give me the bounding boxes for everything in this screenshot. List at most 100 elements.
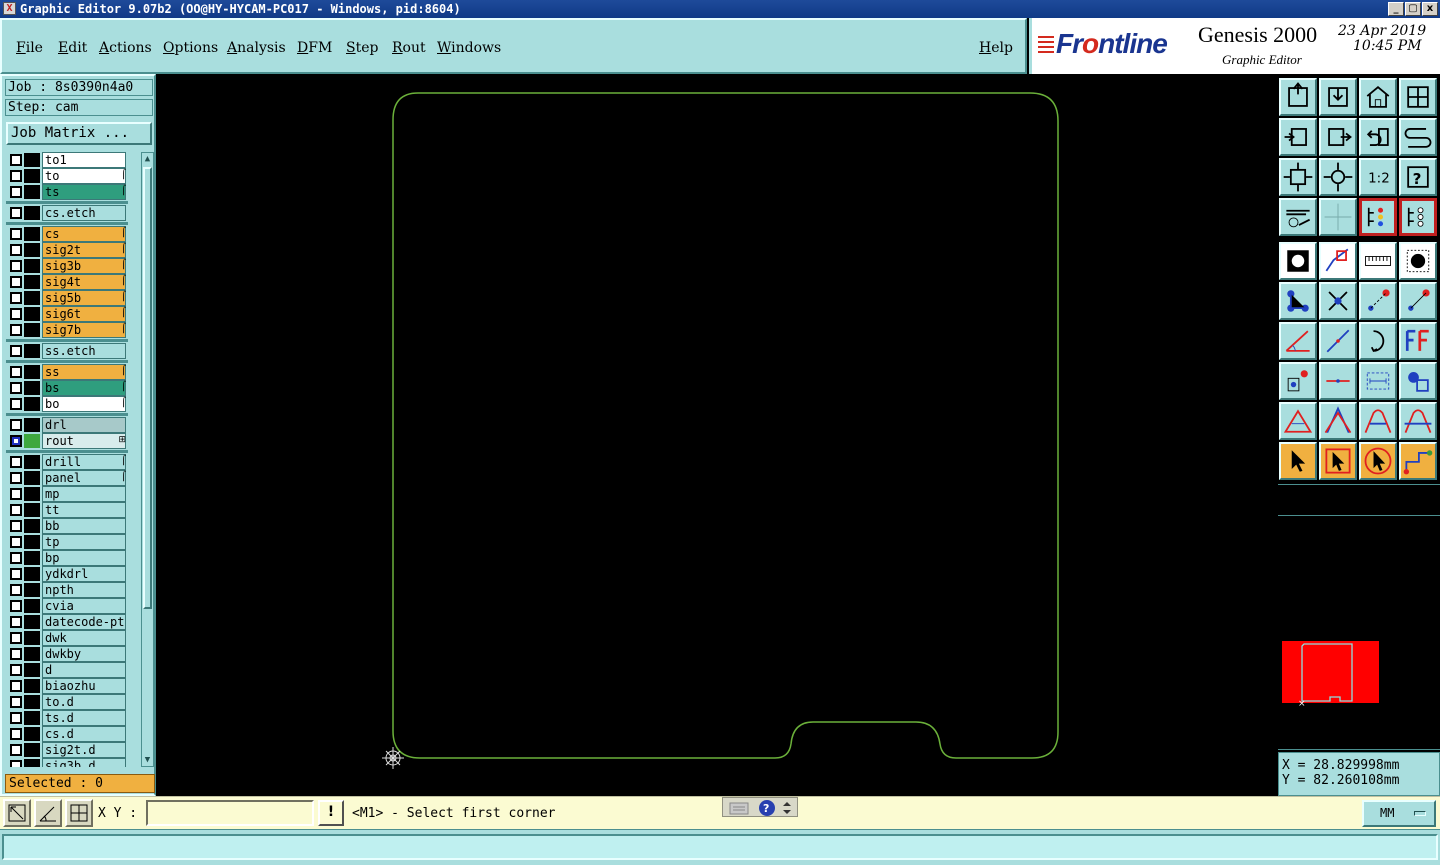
layer-name[interactable]: bo — [42, 396, 126, 412]
layer-row-d[interactable]: d — [6, 662, 128, 678]
layer-checkbox[interactable] — [10, 728, 22, 740]
scroll-down-icon[interactable]: ▼ — [142, 754, 153, 766]
layer-name[interactable]: sig5b — [42, 290, 126, 306]
options-arrows-icon[interactable] — [783, 802, 791, 814]
job-matrix-button[interactable]: Job Matrix ... — [6, 122, 152, 145]
layer-checkbox[interactable] — [10, 276, 22, 288]
pointer-icon[interactable] — [1279, 442, 1317, 480]
layer-name[interactable]: tt — [42, 502, 126, 518]
pointer-frame-icon[interactable] — [1319, 442, 1357, 480]
layer-row-sig3b[interactable]: sig3b ⌠ — [6, 258, 128, 274]
angle-snap-icon[interactable] — [34, 799, 62, 827]
nodes-icon[interactable] — [1279, 282, 1317, 320]
pads-icon[interactable] — [1399, 362, 1437, 400]
layer-checkbox[interactable] — [10, 712, 22, 724]
layer-checkbox[interactable] — [10, 600, 22, 612]
layer-name[interactable]: sig7b — [42, 322, 126, 338]
layer-display-cell[interactable] — [24, 434, 40, 448]
layer-row-bp[interactable]: bp — [6, 550, 128, 566]
layer-checkbox[interactable] — [10, 504, 22, 516]
restore-button[interactable]: ▢ — [1405, 2, 1421, 16]
layer-display-cell[interactable] — [24, 206, 40, 220]
layer-checkbox[interactable] — [10, 324, 22, 336]
layer-display-cell[interactable] — [24, 519, 40, 533]
layer-row-mp[interactable]: mp — [6, 486, 128, 502]
layer-row-bs[interactable]: bs ⌠ — [6, 380, 128, 396]
layer-name[interactable]: panel — [42, 470, 126, 486]
layer-display-cell[interactable] — [24, 615, 40, 629]
layer-display-cell[interactable] — [24, 727, 40, 741]
layer-display-cell[interactable] — [24, 418, 40, 432]
layer-display-cell[interactable] — [24, 153, 40, 167]
triangle-cross-icon[interactable] — [1399, 402, 1437, 440]
layer-name[interactable]: ts.d — [42, 710, 126, 726]
layer-display-cell[interactable] — [24, 663, 40, 677]
tools-palette-icon[interactable] — [1279, 198, 1317, 236]
layer-name[interactable]: to.d — [42, 694, 126, 710]
layer-name[interactable]: ss — [42, 364, 126, 380]
layer-checkbox[interactable] — [10, 664, 22, 676]
layer-name[interactable]: d — [42, 662, 126, 678]
layer-display-cell[interactable] — [24, 243, 40, 257]
snap-mode-icon[interactable] — [3, 799, 31, 827]
save-icon[interactable] — [1319, 78, 1357, 116]
layer-colors-alt-icon[interactable] — [1399, 198, 1437, 236]
layer-name[interactable]: cvia — [42, 598, 126, 614]
open-job-icon[interactable] — [1279, 78, 1317, 116]
layer-name[interactable]: to1 — [42, 152, 126, 168]
layer-display-cell[interactable] — [24, 583, 40, 597]
ruler-icon[interactable] — [1359, 242, 1397, 280]
layer-name[interactable]: cs — [42, 226, 126, 242]
layer-row-ts-d[interactable]: ts.d — [6, 710, 128, 726]
layer-row-ydkdrl[interactable]: ydkdrl — [6, 566, 128, 582]
measure-icon[interactable] — [1359, 362, 1397, 400]
layer-checkbox[interactable] — [10, 154, 22, 166]
text-f-icon[interactable] — [1399, 322, 1437, 360]
layer-checkbox[interactable] — [10, 648, 22, 660]
layer-row-to-d[interactable]: to.d — [6, 694, 128, 710]
layer-checkbox[interactable] — [10, 419, 22, 431]
layer-name[interactable]: cs.etch — [42, 205, 126, 221]
layer-name[interactable]: dwk — [42, 630, 126, 646]
layer-checkbox[interactable] — [10, 186, 22, 198]
layer-row-biaozhu[interactable]: biaozhu — [6, 678, 128, 694]
layer-name[interactable]: bp — [42, 550, 126, 566]
grid-snap-icon[interactable] — [65, 799, 93, 827]
graphic-canvas[interactable] — [156, 74, 1276, 796]
layer-row-panel[interactable]: panel ⌠ — [6, 470, 128, 486]
layer-display-cell[interactable] — [24, 551, 40, 565]
layer-checkbox[interactable] — [10, 696, 22, 708]
layer-checkbox[interactable] — [10, 488, 22, 500]
layer-row-to[interactable]: to ⌠ — [6, 168, 128, 184]
layer-row-sig7b[interactable]: sig7b ⌠ — [6, 322, 128, 338]
layer-checkbox[interactable] — [10, 568, 22, 580]
redo-s-icon[interactable] — [1399, 118, 1437, 156]
layer-checkbox[interactable] — [10, 744, 22, 756]
layer-name[interactable]: npth — [42, 582, 126, 598]
layer-row-ts[interactable]: ts ⌠ — [6, 184, 128, 200]
xy-input[interactable] — [146, 800, 314, 826]
layer-checkbox[interactable] — [10, 366, 22, 378]
layer-row-ss[interactable]: ss ⌠ — [6, 364, 128, 380]
layer-display-cell[interactable] — [24, 185, 40, 199]
layer-checkbox[interactable] — [10, 520, 22, 532]
layer-display-cell[interactable] — [24, 169, 40, 183]
layer-checkbox[interactable] — [10, 244, 22, 256]
layer-checkbox[interactable] — [10, 552, 22, 564]
home-icon[interactable] — [1359, 78, 1397, 116]
overview-panel[interactable]: × — [1278, 516, 1440, 750]
layer-display-cell[interactable] — [24, 381, 40, 395]
layer-name[interactable]: sig4t — [42, 274, 126, 290]
layer-display-cell[interactable] — [24, 679, 40, 693]
layer-checkbox[interactable] — [10, 456, 22, 468]
layer-row-dwkby[interactable]: dwkby — [6, 646, 128, 662]
pointer-circle-icon[interactable] — [1359, 442, 1397, 480]
add-shape-icon[interactable] — [1319, 242, 1357, 280]
horizontal-line-icon[interactable] — [1319, 362, 1357, 400]
layer-row-cs-etch[interactable]: cs.etch — [6, 205, 128, 221]
menu-file[interactable]: File — [16, 40, 43, 56]
layer-name[interactable]: cs.d — [42, 726, 126, 742]
layer-display-cell[interactable] — [24, 567, 40, 581]
menu-analysis[interactable]: Analysis — [227, 40, 286, 56]
layer-name[interactable]: datecode-ptc — [42, 614, 126, 630]
